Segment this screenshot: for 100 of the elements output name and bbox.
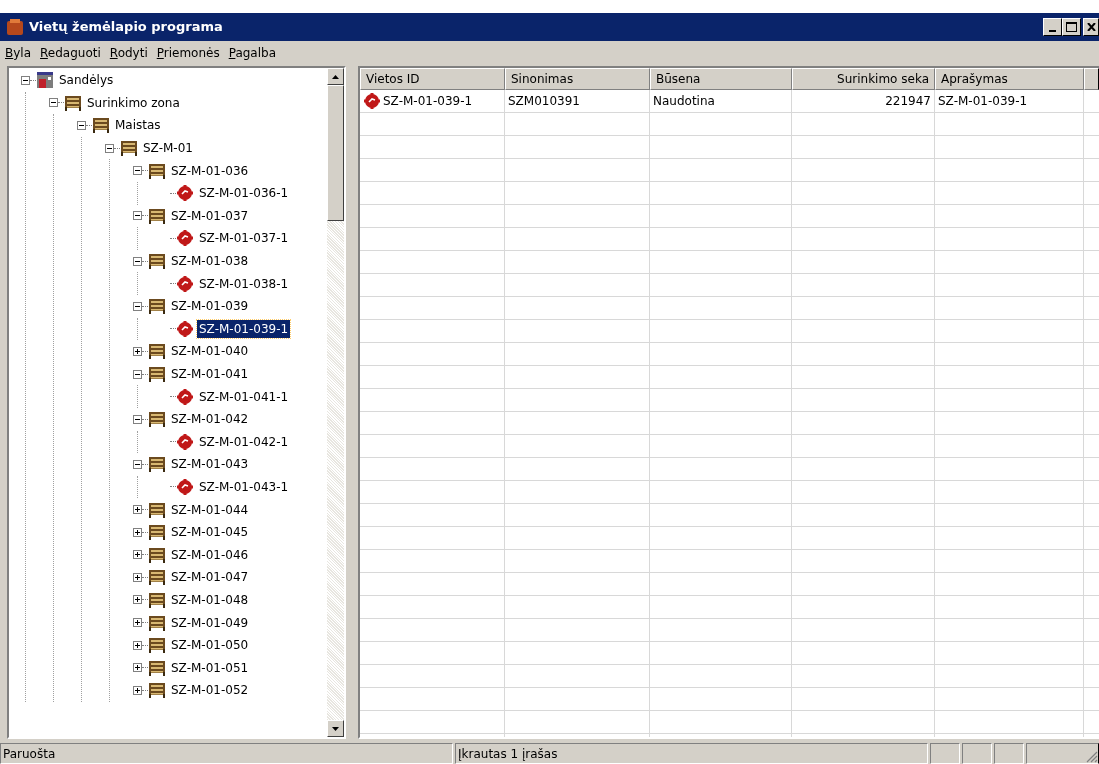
tree-item[interactable]: SZ-M-01-047 xyxy=(169,568,251,587)
shelf-icon xyxy=(148,591,166,608)
tree-item[interactable]: Maistas xyxy=(113,116,163,135)
expand-toggle[interactable] xyxy=(133,618,142,628)
down-arrow-icon xyxy=(332,726,339,731)
tree-item[interactable]: SZ-M-01-043-1 xyxy=(197,478,291,496)
shelf-icon xyxy=(148,637,166,654)
tree-item[interactable]: SZ-M-01-039 xyxy=(169,297,251,316)
tree-item[interactable]: SZ-M-01-045 xyxy=(169,523,251,542)
tree-item[interactable]: SZ-M-01 xyxy=(141,139,195,158)
tree-item[interactable]: SZ-M-01-048 xyxy=(169,590,251,609)
tree-item[interactable]: SZ-M-01-036-1 xyxy=(197,184,291,203)
scroll-thumb[interactable] xyxy=(327,85,344,221)
column-header[interactable]: Būsena xyxy=(650,68,792,90)
table-cell: SZM010391 xyxy=(505,90,650,112)
gear-icon xyxy=(176,319,194,338)
tree-item[interactable]: SZ-M-01-040 xyxy=(169,342,251,361)
shelf-icon xyxy=(64,94,82,111)
tree-item[interactable]: SZ-M-01-038-1 xyxy=(197,274,291,293)
tree-item[interactable]: SZ-M-01-049 xyxy=(169,613,251,632)
shelf-icon xyxy=(148,682,166,699)
tree-item[interactable]: SZ-M-01-051 xyxy=(169,658,251,677)
column-header[interactable]: Surinkimo seka xyxy=(792,68,935,90)
tree-item[interactable]: SZ-M-01-041-1 xyxy=(197,387,291,406)
shelf-icon xyxy=(148,614,166,631)
collapse-toggle[interactable] xyxy=(133,211,142,221)
status-panel xyxy=(930,743,960,764)
app-icon xyxy=(6,18,24,36)
collapse-toggle[interactable] xyxy=(133,369,142,379)
expand-toggle[interactable] xyxy=(133,663,142,673)
gear-icon xyxy=(176,229,194,248)
collapse-toggle[interactable] xyxy=(21,75,30,85)
scrollbar[interactable] xyxy=(327,68,344,737)
collapse-toggle[interactable] xyxy=(133,459,142,469)
shelf-icon xyxy=(148,501,166,518)
collapse-toggle[interactable] xyxy=(49,98,58,108)
expand-toggle[interactable] xyxy=(133,346,142,356)
shelf-icon xyxy=(148,524,166,541)
column-header[interactable]: Aprašymas xyxy=(935,68,1084,90)
tree-item[interactable]: Sandėlys xyxy=(57,71,116,90)
menu-item[interactable]: Pagalba xyxy=(228,43,277,62)
tree-item[interactable]: SZ-M-01-037 xyxy=(169,206,251,225)
collapse-toggle[interactable] xyxy=(133,166,142,176)
menu-item[interactable]: Rodyti xyxy=(109,43,148,62)
tree-item[interactable]: SZ-M-01-043 xyxy=(169,455,251,474)
tree-item[interactable]: SZ-M-01-044 xyxy=(169,500,251,519)
tree-item[interactable]: SZ-M-01-039-1 xyxy=(197,319,291,338)
shelf-icon xyxy=(148,162,166,179)
tree-item[interactable]: SZ-M-01-050 xyxy=(169,636,251,655)
shelf-icon xyxy=(148,456,166,473)
collapse-toggle[interactable] xyxy=(133,256,142,266)
shelf-icon xyxy=(148,253,166,270)
shelf-icon xyxy=(148,343,166,360)
gear-icon xyxy=(176,478,194,496)
shelf-icon xyxy=(148,659,166,676)
gear-icon xyxy=(176,387,194,406)
minimize-button[interactable] xyxy=(1043,18,1062,36)
status-panel xyxy=(994,743,1024,764)
window-title: Vietų žemėlapio programa xyxy=(29,18,223,37)
status-panel xyxy=(962,743,992,764)
collapse-toggle[interactable] xyxy=(77,121,86,130)
expand-toggle[interactable] xyxy=(133,527,142,537)
tree-item[interactable]: SZ-M-01-042 xyxy=(169,410,251,429)
status-text: Įkrautas 1 įrašas xyxy=(455,743,928,764)
tree-item[interactable]: SZ-M-01-052 xyxy=(169,681,251,700)
scroll-down-button[interactable] xyxy=(327,720,344,737)
menu-item[interactable]: Byla xyxy=(5,43,32,62)
scroll-up-button[interactable] xyxy=(327,68,344,85)
tree-item[interactable]: SZ-M-01-037-1 xyxy=(197,229,291,248)
shelf-icon xyxy=(92,117,110,134)
shelf-icon xyxy=(148,569,166,586)
expand-toggle[interactable] xyxy=(133,685,142,695)
tree-item[interactable]: SZ-M-01-036 xyxy=(169,161,251,180)
expand-toggle[interactable] xyxy=(133,640,142,650)
tree-item[interactable]: SZ-M-01-042-1 xyxy=(197,432,291,451)
up-arrow-icon xyxy=(332,74,339,79)
expand-toggle[interactable] xyxy=(133,505,142,515)
collapse-toggle[interactable] xyxy=(105,143,114,153)
expand-toggle[interactable] xyxy=(133,572,142,582)
table-cell: Naudotina xyxy=(650,90,792,112)
collapse-toggle[interactable] xyxy=(133,301,142,311)
expand-toggle[interactable] xyxy=(133,550,142,560)
gear-icon xyxy=(176,184,194,203)
table-cell: SZ-M-01-039-1 xyxy=(360,90,505,112)
shelf-icon xyxy=(148,366,166,382)
tree-item[interactable]: SZ-M-01-041 xyxy=(169,365,251,383)
shelf-icon xyxy=(120,140,138,157)
shelf-icon xyxy=(148,411,166,428)
menu-item[interactable]: Redaguoti xyxy=(40,43,101,62)
tree-item[interactable]: Surinkimo zona xyxy=(85,93,182,112)
expand-toggle[interactable] xyxy=(133,595,142,605)
menu-item[interactable]: Priemonės xyxy=(156,43,220,62)
close-button[interactable] xyxy=(1083,18,1099,36)
collapse-toggle[interactable] xyxy=(133,414,142,424)
maximize-button[interactable] xyxy=(1062,18,1081,36)
column-header[interactable]: Vietos ID xyxy=(360,68,505,90)
column-header[interactable]: Sinonimas xyxy=(505,68,650,90)
shelf-icon xyxy=(148,546,166,563)
tree-item[interactable]: SZ-M-01-046 xyxy=(169,545,251,564)
tree-item[interactable]: SZ-M-01-038 xyxy=(169,252,251,271)
